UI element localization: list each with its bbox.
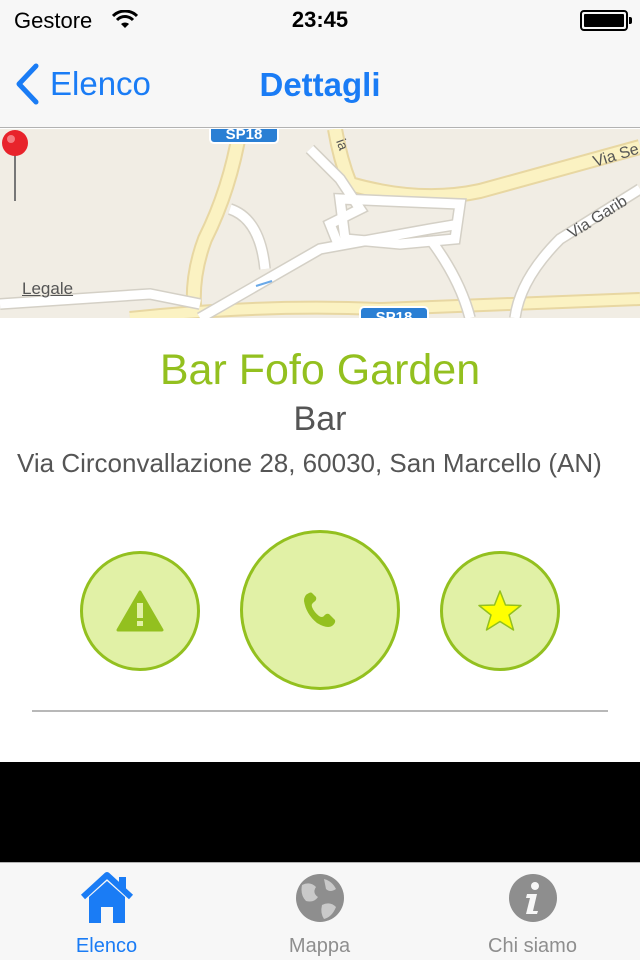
place-category: Bar (293, 400, 347, 438)
status-bar: Gestore 23:45 (0, 0, 640, 40)
tab-bar: Elenco Mappa Chi siamo (0, 862, 640, 960)
tab-label-elenco: Elenco (75, 935, 138, 957)
black-area (0, 762, 640, 862)
navigation-bar: Elenco Dettagli (0, 40, 640, 128)
map-view[interactable]: SP18 SP18 Via Se Via Garib ia Legale (0, 129, 640, 318)
call-button[interactable] (240, 530, 400, 690)
report-button[interactable] (80, 551, 200, 671)
map-roads: SP18 SP18 Via Se Via Garib ia (0, 129, 640, 318)
tab-mappa[interactable]: Mappa (213, 863, 426, 960)
place-name: Bar Fofo Garden (159, 346, 481, 394)
tab-label-chi-siamo: Chi siamo (488, 935, 577, 957)
clock: 23:45 (291, 7, 349, 32)
tab-label-mappa: Mappa (288, 935, 351, 957)
street-label-via-garib: Via Garib (565, 193, 630, 243)
legal-link[interactable]: Legale (22, 279, 73, 299)
street-label-via-se: Via Se (591, 141, 640, 171)
globe-icon (295, 874, 344, 922)
favorite-button[interactable] (440, 551, 560, 671)
road-shield-top: SP18 (226, 129, 263, 143)
tab-chi-siamo[interactable]: Chi siamo (426, 863, 639, 960)
battery-icon (580, 10, 632, 31)
info-icon (508, 874, 557, 922)
divider (32, 710, 608, 712)
star-icon (478, 590, 522, 631)
place-address: Via Circonvallazione 28, 60030, San Marc… (17, 448, 602, 478)
road-shield-bottom: SP18 (376, 309, 413, 318)
page-title: Dettagli (259, 66, 381, 103)
map-pin-icon[interactable] (0, 129, 30, 204)
tab-elenco[interactable]: Elenco (0, 863, 213, 960)
home-icon (80, 872, 133, 923)
warning-icon (116, 590, 164, 632)
place-details: Bar Fofo Garden Bar Via Circonvallazione… (0, 318, 640, 762)
phone-icon (304, 592, 336, 627)
